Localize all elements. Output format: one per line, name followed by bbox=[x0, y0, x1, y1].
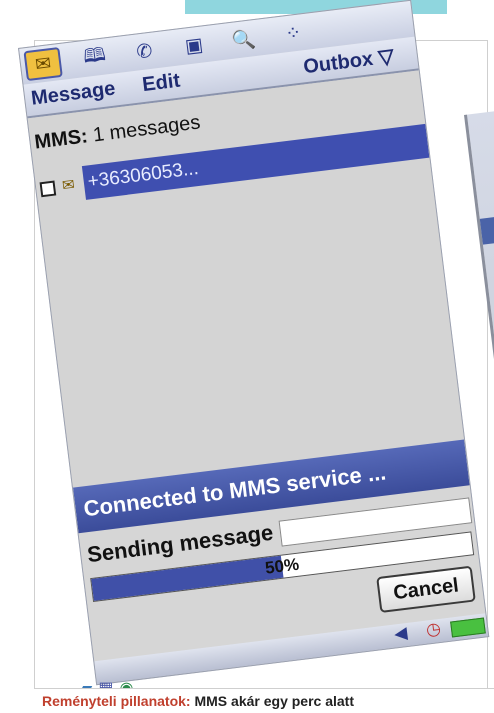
cancel-button[interactable]: Cancel bbox=[376, 565, 476, 614]
battery-icon bbox=[450, 617, 486, 638]
clock-icon[interactable]: ◷ bbox=[425, 619, 442, 641]
phone-icon[interactable]: ✆ bbox=[127, 37, 162, 67]
caption-lead: Reményteli pillanatok: bbox=[42, 693, 191, 709]
book-icon[interactable]: 🕮 bbox=[77, 43, 112, 73]
message-checkbox[interactable] bbox=[39, 180, 57, 198]
figure-caption: Reményteli pillanatok: MMS akár egy perc… bbox=[34, 688, 494, 713]
mail-icon[interactable]: ✉ bbox=[23, 46, 63, 82]
envelope-icon: ✉ bbox=[61, 175, 76, 195]
speaker-icon[interactable]: ◀ bbox=[393, 623, 408, 644]
message-list-area: MMS: 1 messages ✉ +36306053... bbox=[27, 70, 465, 488]
calendar-icon[interactable]: ▣ bbox=[177, 31, 212, 61]
mms-type-label: MMS: bbox=[33, 125, 89, 154]
menu-message[interactable]: Message bbox=[30, 78, 117, 111]
caption-text: MMS akár egy perc alatt bbox=[194, 693, 354, 709]
mms-count-label: MMS: 1 messages bbox=[33, 111, 201, 154]
search-icon[interactable]: 🔍 bbox=[226, 25, 261, 55]
menu-edit[interactable]: Edit bbox=[141, 70, 181, 97]
phone-screen: ✉ 🕮 ✆ ▣ 🔍 ⁘ Message Edit Outbox ▽ MMS: 1… bbox=[18, 0, 490, 686]
mms-count-text: 1 messages bbox=[91, 111, 202, 147]
second-phone-titlebar bbox=[479, 211, 494, 245]
apps-icon[interactable]: ⁘ bbox=[276, 18, 311, 48]
chevron-down-icon: ▽ bbox=[377, 45, 396, 70]
folder-dropdown-label: Outbox bbox=[302, 47, 375, 79]
